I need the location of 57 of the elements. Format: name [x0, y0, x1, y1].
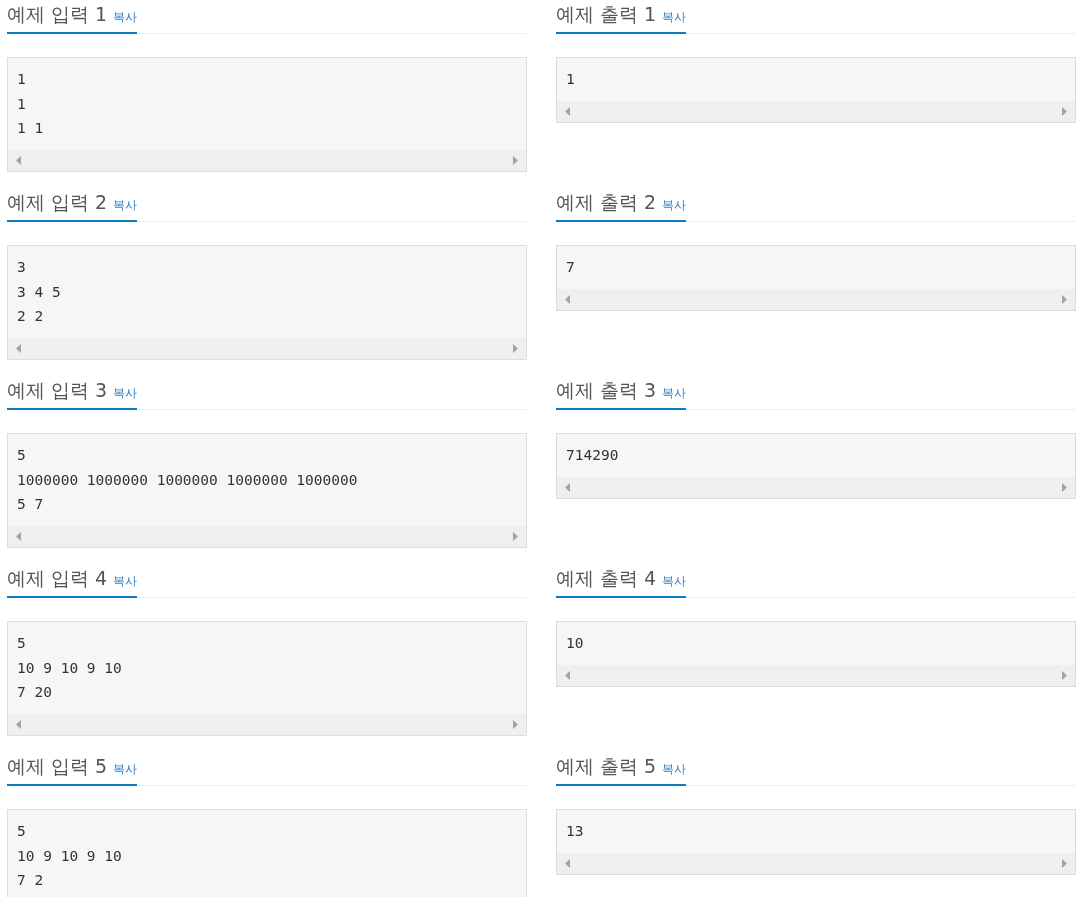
code-text: 1: [565, 70, 576, 89]
scroll-right-icon[interactable]: [513, 343, 518, 353]
scroll-right-icon[interactable]: [1062, 294, 1067, 304]
scroll-right-icon[interactable]: [513, 531, 518, 541]
scroll-right-icon[interactable]: [1062, 482, 1067, 492]
code-text: 13: [565, 822, 585, 841]
scroll-left-icon[interactable]: [565, 482, 570, 492]
code-text: 10: [565, 634, 585, 653]
horizontal-scrollbar[interactable]: [557, 288, 1075, 310]
sample-heading: 예제 입력 3: [7, 378, 108, 403]
sample-heading: 예제 입력 4: [7, 566, 108, 591]
code-text: 5 10 9 10 9 10 7 2: [16, 822, 123, 890]
copy-link[interactable]: 복사: [662, 574, 687, 589]
sample-heading: 예제 출력 1: [556, 2, 657, 27]
horizontal-scrollbar[interactable]: [557, 664, 1075, 686]
horizontal-scrollbar[interactable]: [557, 852, 1075, 874]
horizontal-scrollbar[interactable]: [557, 100, 1075, 122]
scroll-left-icon[interactable]: [16, 531, 21, 541]
scroll-left-icon[interactable]: [565, 106, 570, 116]
horizontal-scrollbar[interactable]: [8, 713, 526, 735]
scroll-left-icon[interactable]: [16, 155, 21, 165]
code-text: 3 3 4 5 2 2: [16, 258, 62, 326]
copy-link[interactable]: 복사: [662, 386, 687, 401]
copy-link[interactable]: 복사: [662, 10, 687, 25]
scroll-left-icon[interactable]: [565, 858, 570, 868]
code-text: 5 1000000 1000000 1000000 1000000 1000000 5 7: [16, 446, 359, 514]
copy-link[interactable]: 복사: [662, 762, 687, 777]
code-text: 714290: [565, 446, 620, 465]
scroll-left-icon[interactable]: [565, 670, 570, 680]
scroll-right-icon[interactable]: [1062, 858, 1067, 868]
scroll-right-icon[interactable]: [513, 719, 518, 729]
scroll-right-icon[interactable]: [1062, 106, 1067, 116]
copy-link[interactable]: 복사: [113, 762, 138, 777]
horizontal-scrollbar[interactable]: [557, 476, 1075, 498]
sample-heading: 예제 출력 2: [556, 190, 657, 215]
copy-link[interactable]: 복사: [113, 574, 138, 589]
scroll-left-icon[interactable]: [16, 343, 21, 353]
copy-link[interactable]: 복사: [113, 10, 138, 25]
sample-heading: 예제 출력 3: [556, 378, 657, 403]
horizontal-scrollbar[interactable]: [8, 337, 526, 359]
code-text: 7: [565, 258, 576, 277]
sample-heading: 예제 입력 2: [7, 190, 108, 215]
sample-heading: 예제 입력 5: [7, 754, 108, 779]
copy-link[interactable]: 복사: [113, 198, 138, 213]
sample-heading: 예제 출력 5: [556, 754, 657, 779]
sample-heading: 예제 입력 1: [7, 2, 108, 27]
scroll-left-icon[interactable]: [565, 294, 570, 304]
horizontal-scrollbar[interactable]: [8, 149, 526, 171]
sample-heading: 예제 출력 4: [556, 566, 657, 591]
scroll-left-icon[interactable]: [16, 719, 21, 729]
scroll-right-icon[interactable]: [513, 155, 518, 165]
copy-link[interactable]: 복사: [113, 386, 138, 401]
scroll-right-icon[interactable]: [1062, 670, 1067, 680]
code-text: 5 10 9 10 9 10 7 20: [16, 634, 123, 702]
code-text: 1 1 1 1: [16, 70, 45, 138]
copy-link[interactable]: 복사: [662, 198, 687, 213]
horizontal-scrollbar[interactable]: [8, 525, 526, 547]
